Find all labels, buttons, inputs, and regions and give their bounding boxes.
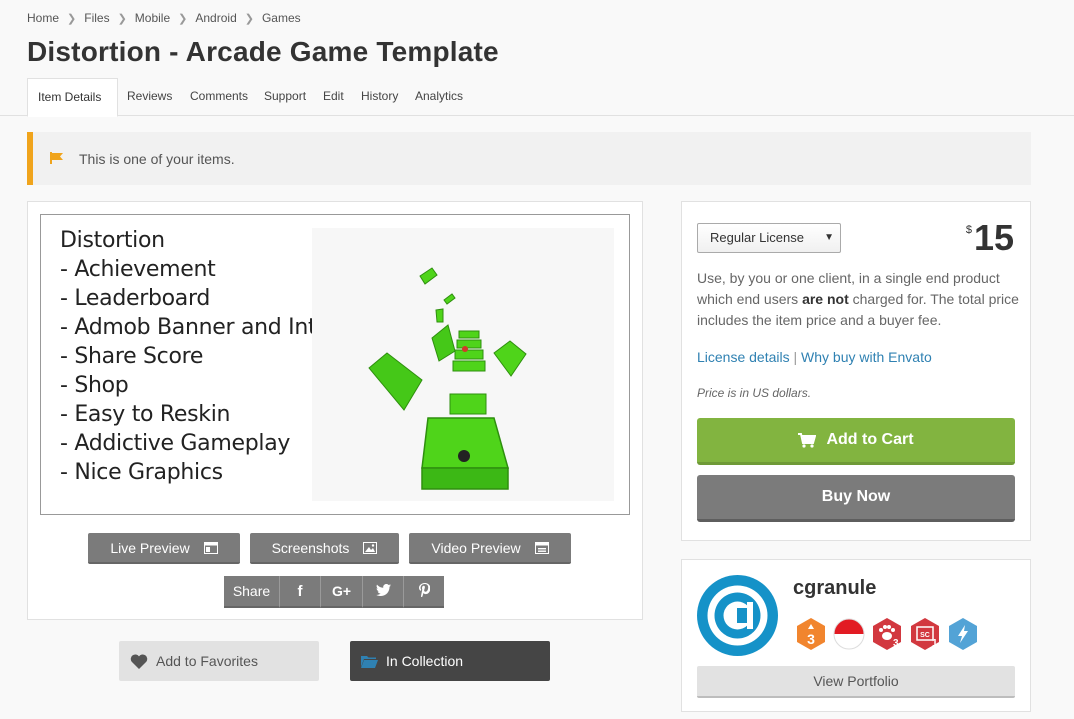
price-amount: 15 — [973, 217, 1014, 258]
twitter-icon — [375, 583, 391, 599]
price-currency: $ — [965, 224, 972, 236]
image-icon — [363, 541, 378, 554]
page-title: Distortion - Arcade Game Template — [27, 36, 499, 67]
owner-notice: This is one of your items. — [27, 132, 1031, 185]
author-level-value: 3 — [807, 631, 815, 647]
paw-badge-icon: 3 — [871, 617, 903, 651]
author-name[interactable]: cgranule — [793, 577, 876, 600]
google-plus-share-button[interactable]: G+ — [321, 576, 363, 608]
license-links: License details | Why buy with Envato — [697, 349, 932, 365]
facebook-icon: f — [297, 582, 303, 600]
purchase-panel: Regular License ▼ $ 15 Use, by you or on… — [681, 201, 1031, 541]
license-select-value: Regular License — [710, 230, 804, 245]
share-bar: Share f G+ — [224, 576, 444, 608]
add-to-cart-label: Add to Cart — [826, 431, 914, 448]
chevron-right-icon: ❯ — [178, 12, 188, 25]
price: $ 15 — [966, 220, 1014, 256]
view-portfolio-button[interactable]: View Portfolio — [697, 666, 1015, 698]
live-preview-button[interactable]: Live Preview — [88, 533, 240, 564]
tab-reviews[interactable]: Reviews — [117, 78, 182, 116]
why-buy-link[interactable]: Why buy with Envato — [801, 349, 932, 365]
screenshots-button[interactable]: Screenshots — [250, 533, 399, 564]
author-level-badge-icon: 3 — [795, 617, 827, 651]
google-plus-icon: G+ — [331, 583, 352, 599]
folder-icon — [361, 655, 378, 668]
favorites-label: Add to Favorites — [156, 653, 258, 669]
sc-badge-count: 1 — [932, 638, 938, 649]
breadcrumb-games[interactable]: Games — [262, 11, 301, 25]
buy-now-button[interactable]: Buy Now — [697, 475, 1015, 522]
author-panel: cgranule 3 3 SC 1 View Portfolio — [681, 559, 1031, 712]
tab-edit[interactable]: Edit — [313, 78, 354, 116]
video-preview-label: Video Preview — [431, 539, 521, 556]
caret-down-icon: ▼ — [824, 232, 834, 243]
breadcrumb-mobile[interactable]: Mobile — [135, 11, 170, 25]
paw-badge-count: 3 — [893, 638, 899, 649]
license-description: Use, by you or one client, in a single e… — [697, 268, 1019, 331]
license-select[interactable]: Regular License ▼ — [697, 223, 841, 253]
tab-analytics[interactable]: Analytics — [405, 78, 473, 116]
tab-history[interactable]: History — [351, 78, 408, 116]
link-separator: | — [793, 349, 798, 365]
twitter-share-button[interactable] — [363, 576, 404, 608]
breadcrumb-home[interactable]: Home — [27, 11, 59, 25]
price-note: Price is in US dollars. — [697, 386, 812, 400]
preview-panel: Distortion - Achievement - Leaderboard -… — [27, 201, 643, 620]
country-flag-badge-icon — [833, 617, 865, 651]
breadcrumb-android[interactable]: Android — [195, 11, 236, 25]
add-to-favorites-button[interactable]: Add to Favorites — [119, 641, 319, 681]
video-preview-button[interactable]: Video Preview — [409, 533, 571, 564]
chevron-right-icon: ❯ — [117, 12, 127, 25]
screenshots-label: Screenshots — [271, 539, 350, 556]
license-desc-emphasis: are not — [802, 291, 849, 307]
license-details-link[interactable]: License details — [697, 349, 790, 365]
tab-support[interactable]: Support — [254, 78, 316, 116]
pinterest-share-button[interactable] — [404, 576, 444, 608]
add-to-cart-button[interactable]: Add to Cart — [697, 418, 1015, 465]
chevron-right-icon: ❯ — [244, 12, 254, 25]
flag-icon — [50, 151, 64, 169]
tab-comments[interactable]: Comments — [180, 78, 258, 116]
notice-text: This is one of your items. — [79, 151, 235, 167]
sc-badge-icon: SC 1 — [909, 617, 941, 651]
share-label: Share — [224, 576, 280, 608]
breadcrumb-files[interactable]: Files — [84, 11, 109, 25]
chevron-right-icon: ❯ — [67, 12, 77, 25]
item-preview-image: Distortion - Achievement - Leaderboard -… — [40, 214, 630, 515]
game-screenshot-art — [312, 228, 614, 501]
facebook-share-button[interactable]: f — [280, 576, 321, 608]
film-icon — [534, 541, 549, 554]
lightning-badge-icon — [947, 617, 979, 651]
in-collection-button[interactable]: In Collection — [350, 641, 550, 681]
live-preview-label: Live Preview — [110, 539, 190, 556]
heart-icon — [130, 653, 148, 669]
pinterest-icon — [418, 582, 430, 600]
collection-label: In Collection — [386, 653, 464, 669]
item-tabs: Item Details Reviews Comments Support Ed… — [0, 78, 1074, 117]
tab-item-details[interactable]: Item Details — [27, 78, 118, 117]
avatar[interactable] — [697, 575, 778, 656]
window-icon — [203, 541, 218, 554]
cart-icon — [798, 432, 817, 448]
svg-text:SC: SC — [920, 632, 930, 639]
breadcrumb: Home ❯ Files ❯ Mobile ❯ Android ❯ Games — [27, 11, 301, 25]
author-badges: 3 3 SC 1 — [795, 617, 979, 651]
